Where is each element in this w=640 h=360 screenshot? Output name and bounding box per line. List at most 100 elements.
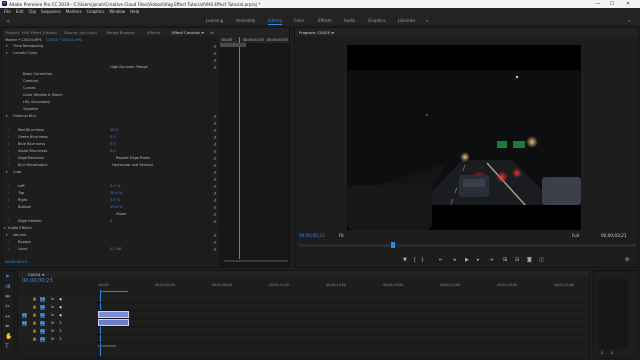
track-target-label[interactable]: V1 [40,312,45,318]
effect-row[interactable]: › Blur Dimensions ↺ [2,162,218,168]
effect-current-time[interactable]: 00:00:00:23 [5,260,27,264]
effect-row[interactable]: ▾ Channel Blur ↺ [2,113,218,119]
toggle-output-icon[interactable]: ◉ [58,297,63,302]
disclosure-icon[interactable]: › [8,149,9,153]
menu-markers[interactable]: Markers [66,9,82,14]
solo-right-button[interactable]: S [611,351,613,355]
blur-dimensions-dropdown[interactable]: Horizontal and Vertical [112,163,153,167]
effect-row[interactable]: ↺ [2,176,218,182]
workspace-learning[interactable]: Learning [206,18,223,23]
menu-window[interactable]: Window [109,9,125,14]
effect-row[interactable]: ↺ [2,211,218,217]
disclosure-icon[interactable]: › [8,219,9,223]
track-target-label[interactable]: V2 [40,304,45,310]
reset-parameter-icon[interactable]: ↺ [213,128,217,133]
video-clip[interactable] [98,311,129,318]
mute-button[interactable]: M [50,337,55,342]
effect-property-value[interactable]: 0.0 % [110,184,120,188]
lock-icon[interactable]: 🔒 [32,313,37,318]
mark-in-icon[interactable]: { [413,257,416,263]
sync-lock-icon[interactable]: ⊡ [50,297,55,302]
type-tool-icon[interactable]: T [5,343,9,350]
effect-row[interactable]: ↺ [2,57,218,63]
effect-property-value[interactable]: 10.0 % [110,191,123,195]
quality-dropdown[interactable]: Full [572,233,579,238]
tab-media-browser[interactable]: Media Browser [107,30,135,35]
effect-row[interactable]: ▾ Audio Effects [2,225,218,231]
reset-parameter-icon[interactable]: ↺ [213,191,217,196]
track-target-label[interactable]: A3 [40,336,45,342]
effect-row[interactable]: › Blue Blurriness 0.0 ↺ [2,141,218,147]
lock-icon[interactable]: 🔒 [32,329,37,334]
track-target-label[interactable]: A2 [40,328,45,334]
effect-property-value[interactable]: 0.0 [110,135,116,139]
track-a3[interactable]: 🔒 A3 M S [18,335,589,343]
effect-property-value[interactable]: 10.0 % [110,205,123,209]
crop-zoom-label[interactable]: Zoom [116,212,126,216]
disclosure-icon[interactable]: › [8,184,9,188]
effect-row[interactable]: HSL Secondary [2,99,218,105]
workspace-effects[interactable]: Effects [318,18,332,23]
effect-row[interactable]: Creative [2,78,218,84]
reset-parameter-icon[interactable]: ↺ [213,65,217,70]
ripple-edit-tool-icon[interactable]: ⇹ [5,293,10,300]
selection-tool-icon[interactable]: ➤ [5,273,10,280]
lock-icon[interactable]: 🔒 [32,297,37,302]
menu-file[interactable]: File [4,9,11,14]
disclosure-icon[interactable]: › [8,163,9,167]
disclosure-icon[interactable]: ▾ [6,170,8,174]
solo-button[interactable]: S [58,329,63,334]
disclosure-icon[interactable]: › [8,142,9,146]
pen-tool-icon[interactable]: ✒ [5,323,10,330]
reset-parameter-icon[interactable]: ↺ [213,233,217,238]
hand-tool-icon[interactable]: ✋ [5,333,12,340]
effect-row[interactable]: › Level 0.0 dB ↺ [2,246,218,252]
effect-row[interactable]: › Left 0.0 % ↺ [2,183,218,189]
effect-row[interactable]: ▾ Crop ↺ [2,169,218,175]
timeline-scrollbar[interactable] [98,345,116,347]
menu-clip[interactable]: Clip [28,9,36,14]
workspace-graphics[interactable]: Graphics [368,18,386,23]
solo-left-button[interactable]: S [601,351,603,355]
sync-lock-icon[interactable]: ⊡ [50,313,55,318]
maximize-button[interactable]: ☐ [606,0,618,8]
effect-row[interactable]: › Alpha Blurriness 0.0 ↺ [2,148,218,154]
close-button[interactable]: ✕ [622,0,634,8]
disclosure-icon[interactable]: ▾ [6,51,8,55]
solo-button[interactable]: S [58,337,63,342]
workspace-audio[interactable]: Audio [344,18,355,23]
tab-effects[interactable]: Effects [147,30,160,35]
source-patch[interactable]: V1 [22,312,27,318]
effect-row[interactable]: › Bottom 10.0 % ↺ [2,204,218,210]
effect-row[interactable]: ↺ [2,120,218,126]
effect-row[interactable]: Color Wheels & Match [2,92,218,98]
export-frame-icon[interactable]: ◙ [527,257,532,263]
effect-row[interactable]: › Edge Behavior ↺ [2,155,218,161]
disclosure-icon[interactable]: ▾ [6,114,8,118]
effect-property-value[interactable]: 0.0 [110,149,116,153]
timeline-ruler[interactable]: :00;00 00;00;04;00 00;00;08;00 00;00;12;00 0… [96,282,588,290]
tab-sequence[interactable]: C0024 ≡ [28,272,45,277]
disclosure-icon[interactable]: › [8,128,9,132]
effect-playhead[interactable] [239,37,240,259]
tab-effect-controls[interactable]: Effect Controls ≡ [172,30,204,35]
go-to-out-icon[interactable]: ⇥ [489,257,493,263]
mark-out-icon[interactable]: } [421,257,424,263]
menu-edit[interactable]: Edit [16,9,24,14]
reset-parameter-icon[interactable]: ↺ [213,135,217,140]
reset-parameter-icon[interactable]: ↺ [213,163,217,168]
menu-help[interactable]: Help [130,9,139,14]
play-icon[interactable]: ▶ [465,257,469,263]
step-forward-icon[interactable]: ▸ [477,257,480,263]
effect-row[interactable]: ▾ Lumetri Color ↺ [2,50,218,56]
effect-zoom-bar[interactable] [224,260,288,262]
disclosure-icon[interactable]: › [8,205,9,209]
disclosure-icon[interactable]: › [8,198,9,202]
reset-parameter-icon[interactable]: ↺ [213,114,217,119]
reset-parameter-icon[interactable]: ↺ [213,219,217,224]
disclosure-icon[interactable]: › [8,156,9,160]
add-marker-icon[interactable]: ▼ [403,257,407,263]
program-playhead[interactable] [391,242,395,248]
tab-overflow[interactable]: ≫ [210,30,214,35]
lock-icon[interactable]: 🔒 [32,305,37,310]
